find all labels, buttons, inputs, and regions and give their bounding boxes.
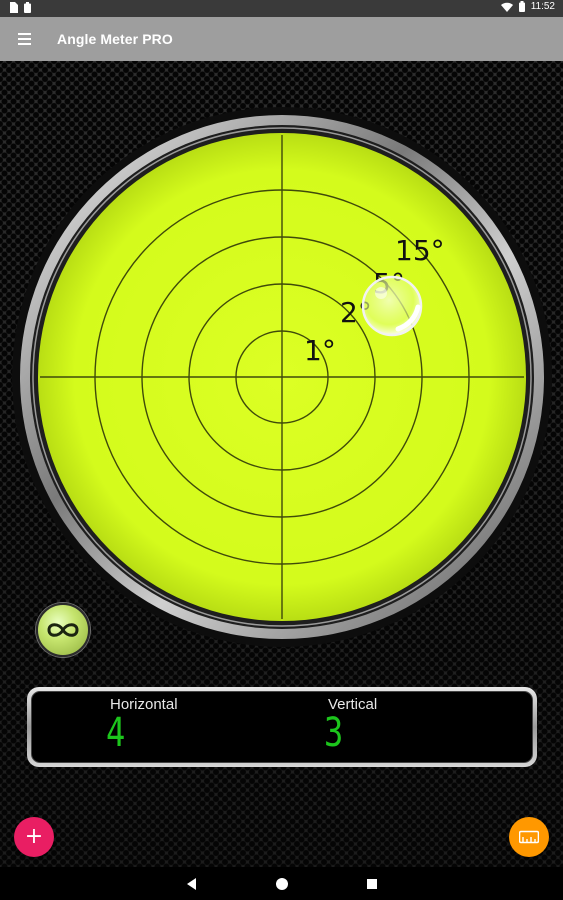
ruler-icon xyxy=(519,830,539,844)
ring-label-15: 15° xyxy=(395,234,445,267)
horizontal-value: 4 xyxy=(106,710,127,756)
bubble-body xyxy=(361,275,423,337)
hamburger-menu-icon[interactable] xyxy=(16,30,36,48)
wifi-icon xyxy=(500,2,513,12)
add-button[interactable]: + xyxy=(14,817,54,857)
infinity-icon xyxy=(47,623,79,637)
main-content: 1° 2° 5° 15° Horizontal 4 Vertical 3 + xyxy=(0,61,563,867)
plus-icon: + xyxy=(24,824,44,849)
level-bubble xyxy=(361,275,423,337)
calibrate-lock-button[interactable] xyxy=(36,603,90,657)
bubble-glint xyxy=(375,287,387,299)
navigation-bar xyxy=(0,867,563,900)
recents-icon[interactable] xyxy=(364,876,380,892)
app-bar: Angle Meter PRO xyxy=(0,17,563,61)
sim-card-icon xyxy=(10,2,18,13)
ruler-button[interactable] xyxy=(509,817,549,857)
readout-display: Horizontal 4 Vertical 3 xyxy=(31,691,533,763)
battery-saver-icon xyxy=(24,2,31,13)
app-title: Angle Meter PRO xyxy=(57,31,173,47)
status-bar: 11:52 xyxy=(0,0,563,17)
back-icon[interactable] xyxy=(184,876,200,892)
status-time: 11:52 xyxy=(530,1,555,12)
home-icon[interactable] xyxy=(274,876,290,892)
battery-icon xyxy=(518,1,525,12)
ring-label-1: 1° xyxy=(304,334,336,367)
angle-readout-panel: Horizontal 4 Vertical 3 xyxy=(27,687,537,767)
vertical-value: 3 xyxy=(324,710,345,756)
